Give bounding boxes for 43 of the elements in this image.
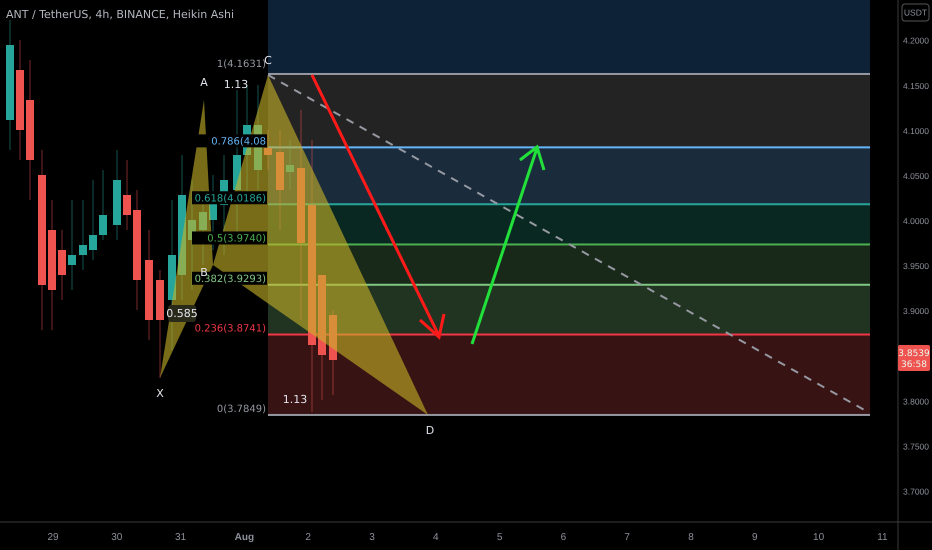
- fib-level-label: 0(3.7849): [216, 404, 266, 415]
- price-axis-label: 4.0000: [903, 216, 929, 226]
- candle: [58, 230, 66, 300]
- chart-title: ANT / TetherUS, 4h, BINANCE, Heikin Ashi: [6, 8, 234, 21]
- time-axis-label: 10: [813, 532, 824, 543]
- price-axis-label: 3.9500: [903, 261, 929, 272]
- time-axis-label: 29: [47, 532, 59, 543]
- pattern-point-label: X: [156, 387, 164, 400]
- pattern-point-label: A: [200, 76, 208, 89]
- time-axis-label: 31: [175, 532, 186, 543]
- candle: [99, 170, 107, 240]
- pattern-point-label: D: [426, 424, 434, 437]
- fib-level-label: 1(4.1631): [216, 58, 266, 70]
- time-axis-label: 8: [688, 532, 694, 543]
- last-price-tag: 3.8539 36:58: [898, 345, 930, 371]
- time-axis-label: 2: [305, 532, 311, 543]
- price-axis-label: 3.9000: [903, 306, 929, 316]
- time-axis-label: 7: [624, 532, 630, 543]
- currency-badge: USDT: [902, 4, 930, 22]
- price-axis-label: 3.7000: [903, 486, 929, 496]
- time-axis-label: 30: [111, 532, 122, 543]
- price-axis-label: 3.7500: [903, 441, 929, 452]
- time-axis-label: 5: [496, 532, 502, 543]
- price-axis-label: 4.1000: [903, 126, 929, 136]
- pattern-point-label: C: [264, 54, 272, 67]
- ratio-label: 0.585: [166, 305, 198, 322]
- fib-level-label: 0.5(3.9740): [192, 231, 267, 244]
- price-axis-label: 3.8000: [903, 396, 929, 406]
- price-axis-label: 4.1500: [903, 80, 929, 91]
- time-axis-label: 3: [369, 532, 375, 543]
- price-axis-label: 4.0500: [903, 170, 929, 181]
- ratio-label: 1.13: [224, 78, 248, 91]
- time-axis-label: Aug: [234, 532, 254, 543]
- ratio-label: 1.13: [282, 393, 308, 406]
- time-axis-label: 6: [560, 532, 566, 543]
- candle: [123, 160, 131, 230]
- price-axis-label: 4.2000: [903, 36, 929, 46]
- time-axis-label: 11: [877, 532, 888, 543]
- time-axis-label: 4: [433, 532, 439, 543]
- fib-level-label: 0.236(3.8741): [192, 322, 267, 335]
- fib-level-label: 0.618(4.0186): [192, 191, 267, 204]
- candle: [79, 200, 87, 270]
- time-axis-label: 9: [752, 532, 758, 543]
